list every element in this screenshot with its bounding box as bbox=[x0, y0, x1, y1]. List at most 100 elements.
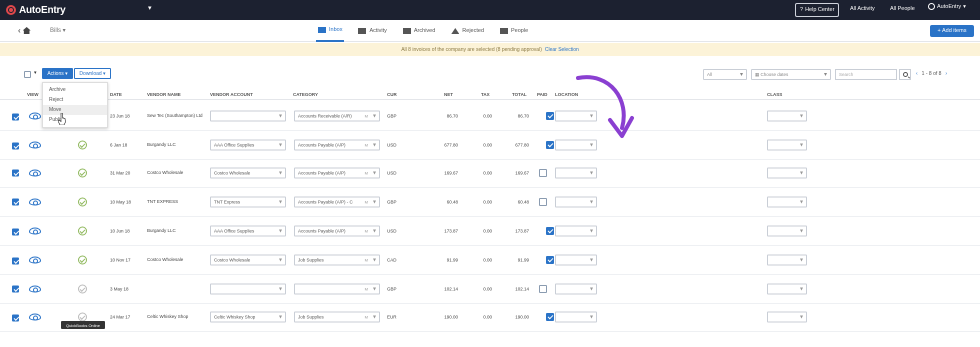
col-category[interactable]: CATEGORY bbox=[293, 92, 318, 97]
col-cur[interactable]: CUR bbox=[387, 92, 397, 97]
table-row[interactable]: 10 Jun 18 Burgandy LLC AAA Office Supplies… bbox=[0, 217, 980, 246]
paid-checkbox[interactable] bbox=[546, 111, 554, 120]
row-checkbox[interactable] bbox=[12, 198, 19, 206]
col-date[interactable]: DATE bbox=[110, 92, 122, 97]
row-checkbox[interactable] bbox=[12, 314, 19, 322]
col-class[interactable]: CLASS bbox=[767, 92, 782, 97]
row-checkbox[interactable] bbox=[12, 228, 19, 236]
vendor-account-select[interactable]: Costco Wholesale bbox=[210, 254, 286, 266]
class-select[interactable] bbox=[767, 225, 807, 237]
col-total[interactable]: TOTAL bbox=[512, 92, 527, 97]
paid-checkbox[interactable] bbox=[539, 169, 547, 178]
category-select[interactable]: Accounts Receivable (A/R) M bbox=[294, 110, 380, 122]
vendor-account-select[interactable]: Costco Wholesale bbox=[210, 167, 286, 179]
actions-button[interactable]: Actions ▾ bbox=[42, 68, 73, 79]
tab-archived[interactable]: Archived bbox=[401, 20, 437, 42]
tab-people[interactable]: People bbox=[498, 20, 530, 42]
location-select[interactable] bbox=[555, 167, 597, 179]
select-all-checkbox[interactable] bbox=[24, 71, 31, 78]
category-select[interactable]: Accounts Payable (A/P) M bbox=[294, 139, 380, 151]
vendor-account-select[interactable]: AAA Office Supplies bbox=[210, 139, 286, 151]
back-home-button[interactable]: ‹ bbox=[18, 26, 31, 35]
bills-dropdown[interactable]: Bills ▾ bbox=[50, 27, 66, 34]
row-checkbox[interactable] bbox=[12, 142, 19, 150]
paid-checkbox[interactable] bbox=[546, 313, 554, 322]
view-eye-icon[interactable] bbox=[29, 141, 41, 149]
tab-inbox[interactable]: Inbox bbox=[316, 20, 345, 42]
class-select[interactable] bbox=[767, 311, 807, 323]
col-paid[interactable]: PAID bbox=[537, 92, 547, 97]
location-select[interactable] bbox=[555, 254, 597, 266]
table-row[interactable]: 24 Mar 17 Celtic Whiskey Shop Celtic Whisk… bbox=[0, 304, 980, 333]
menu-item-reject[interactable]: Reject bbox=[43, 95, 107, 105]
vendor-account-select[interactable]: AAA Office Supplies bbox=[210, 225, 286, 237]
location-select[interactable] bbox=[555, 311, 597, 323]
class-select[interactable] bbox=[767, 196, 807, 208]
tab-activity[interactable]: Activity bbox=[356, 20, 388, 42]
category-select[interactable]: Job Supplies M bbox=[294, 254, 380, 266]
col-view[interactable]: VIEW bbox=[27, 92, 39, 97]
view-eye-icon[interactable] bbox=[29, 256, 41, 264]
paid-checkbox[interactable] bbox=[546, 255, 554, 264]
vendor-account-select[interactable]: TNT Express bbox=[210, 196, 286, 208]
view-eye-icon[interactable] bbox=[29, 169, 41, 177]
view-eye-icon[interactable] bbox=[29, 227, 41, 235]
class-select[interactable] bbox=[767, 167, 807, 179]
class-select[interactable] bbox=[767, 139, 807, 151]
col-vendor-name[interactable]: VENDOR NAME bbox=[147, 92, 181, 97]
next-page-icon[interactable]: › bbox=[945, 71, 947, 77]
search-input[interactable]: Search bbox=[835, 69, 897, 80]
table-row[interactable]: 6 Jan 18 Burgandy LLC AAA Office Supplies A… bbox=[0, 131, 980, 160]
menu-item-publish[interactable]: Publish bbox=[43, 115, 107, 125]
category-select[interactable]: Job Supplies M bbox=[294, 311, 380, 323]
view-eye-icon[interactable] bbox=[29, 198, 41, 206]
vendor-account-select[interactable] bbox=[210, 110, 286, 122]
vendor-account-select[interactable]: Celtic Whiskey Shop bbox=[210, 311, 286, 323]
table-row[interactable]: 10 May 18 TNT EXPRESS TNT Express Accounts … bbox=[0, 188, 980, 218]
menu-item-archive[interactable]: Archive bbox=[43, 85, 107, 95]
row-checkbox[interactable] bbox=[12, 257, 19, 265]
table-row[interactable]: 23 Jun 18 Sew Tec (Southampton) Ltd Accoun… bbox=[0, 102, 980, 131]
location-select[interactable] bbox=[555, 196, 597, 208]
row-checkbox[interactable] bbox=[12, 285, 19, 293]
table-row[interactable]: 31 Mar 20 Costco Wholesale Costco Wholesal… bbox=[0, 160, 980, 189]
col-tax[interactable]: TAX bbox=[481, 92, 490, 97]
paid-checkbox[interactable] bbox=[539, 198, 547, 207]
help-center-button[interactable]: ? Help Center bbox=[795, 3, 840, 17]
clear-selection-link[interactable]: Clear Selection bbox=[545, 47, 579, 53]
category-select[interactable]: M bbox=[294, 283, 380, 295]
location-select[interactable] bbox=[555, 225, 597, 237]
table-row[interactable]: 10 Nov 17 Costco Wholesale Costco Wholesal… bbox=[0, 246, 980, 275]
user-menu[interactable]: AutoEntry ▾ bbox=[928, 3, 966, 10]
class-select[interactable] bbox=[767, 283, 807, 295]
paid-checkbox[interactable] bbox=[546, 140, 554, 149]
col-vendor-account[interactable]: VENDOR ACCOUNT bbox=[210, 92, 253, 97]
status-filter-select[interactable]: All bbox=[703, 69, 747, 80]
paid-checkbox[interactable] bbox=[539, 284, 547, 293]
view-eye-icon[interactable] bbox=[29, 285, 41, 293]
row-checkbox[interactable] bbox=[12, 169, 19, 177]
row-checkbox[interactable] bbox=[12, 113, 19, 121]
col-net[interactable]: NET bbox=[444, 92, 453, 97]
view-eye-icon[interactable] bbox=[29, 313, 41, 321]
download-button[interactable]: Download ▾ bbox=[74, 68, 111, 79]
search-button[interactable] bbox=[899, 69, 911, 80]
all-activity-link[interactable]: All Activity bbox=[850, 6, 875, 12]
date-range-select[interactable]: ▦ Choose dates bbox=[751, 69, 831, 80]
company-dropdown-caret-icon[interactable]: ▾ bbox=[148, 4, 152, 12]
category-select[interactable]: Accounts Payable (A/P) M bbox=[294, 225, 380, 237]
class-select[interactable] bbox=[767, 110, 807, 122]
category-select[interactable]: Accounts Payable (A/P) M bbox=[294, 167, 380, 179]
location-select[interactable] bbox=[555, 283, 597, 295]
view-eye-icon[interactable] bbox=[29, 112, 41, 120]
class-select[interactable] bbox=[767, 254, 807, 266]
vendor-account-select[interactable] bbox=[210, 283, 286, 295]
menu-item-move[interactable]: Move bbox=[43, 105, 107, 115]
table-row[interactable]: 3 May 18 M GBP 102.14 0.00 102.14 bbox=[0, 275, 980, 304]
all-people-link[interactable]: All People bbox=[890, 6, 915, 12]
select-all-caret-icon[interactable]: ▾ bbox=[34, 70, 37, 76]
prev-page-icon[interactable]: ‹ bbox=[916, 71, 918, 77]
tab-rejected[interactable]: Rejected bbox=[449, 20, 486, 42]
paid-checkbox[interactable] bbox=[546, 227, 554, 236]
app-logo[interactable]: AutoEntry bbox=[6, 3, 66, 17]
